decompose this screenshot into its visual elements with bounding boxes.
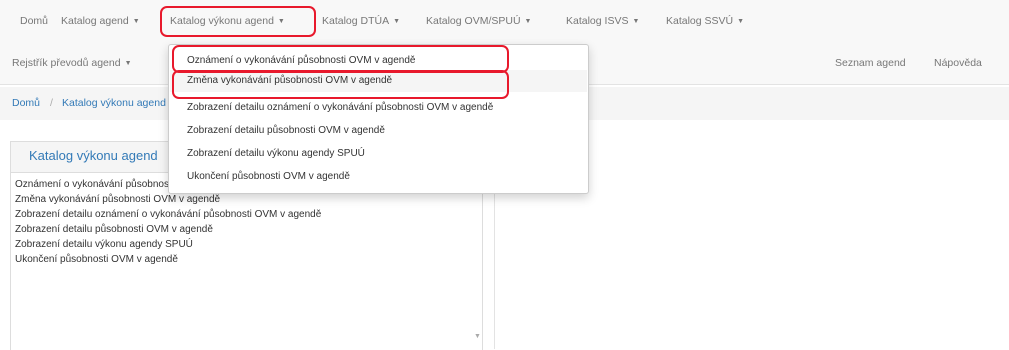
dropdown-item-detail-oznameni[interactable]: Zobrazení detailu oznámení o vykonávání … xyxy=(187,100,493,116)
caret-down-icon: ▼ xyxy=(393,18,401,25)
nav-katalog-ovm-spuu[interactable]: Katalog OVM/SPUÚ ▼ xyxy=(426,13,531,29)
caret-down-icon: ▼ xyxy=(524,18,532,25)
panel-title: Katalog výkonu agend xyxy=(29,148,158,163)
dropdown-menu-katalog-vykonu-agend: Oznámení o vykonávání působnosti OVM v a… xyxy=(168,44,589,194)
breadcrumb-home[interactable]: Domů xyxy=(12,97,40,109)
breadcrumb-katalog-vykonu-agend[interactable]: Katalog výkonu agend xyxy=(62,97,166,109)
caret-down-icon: ▼ xyxy=(124,60,132,67)
dropdown-item-detail-pusobnosti[interactable]: Zobrazení detailu působnosti OVM v agend… xyxy=(187,123,385,139)
nav-katalog-isvs[interactable]: Katalog ISVS ▼ xyxy=(566,13,639,29)
list-item[interactable]: Zobrazení detailu výkonu agendy SPUÚ xyxy=(15,238,193,252)
breadcrumb-separator: / xyxy=(50,97,53,109)
list-item[interactable]: Ukončení působnosti OVM v agendě xyxy=(15,253,178,267)
nav-napoveda[interactable]: Nápověda xyxy=(934,55,982,71)
caret-down-icon: ▼ xyxy=(277,18,285,25)
dropdown-item-detail-vykonu-spuu[interactable]: Zobrazení detailu výkonu agendy SPUÚ xyxy=(187,146,365,162)
caret-down-icon: ▼ xyxy=(632,18,640,25)
list-item[interactable]: Změna vykonávání působnosti OVM v agendě xyxy=(15,193,220,207)
nav-home[interactable]: Domů xyxy=(20,13,48,29)
caret-down-icon: ▼ xyxy=(737,18,745,25)
dropdown-item-zmena[interactable]: Změna vykonávání působnosti OVM v agendě xyxy=(187,73,392,89)
nav-katalog-ssvu[interactable]: Katalog SSVÚ ▼ xyxy=(666,13,744,29)
nav-seznam-agend[interactable]: Seznam agend xyxy=(835,55,906,71)
list-item[interactable]: Zobrazení detailu působnosti OVM v agend… xyxy=(15,223,213,237)
nav-katalog-agend[interactable]: Katalog agend ▼ xyxy=(61,13,140,29)
nav-rejstrik-prevodu-agend[interactable]: Rejstřík převodů agend ▼ xyxy=(12,55,132,71)
dropdown-item-ukonceni[interactable]: Ukončení působnosti OVM v agendě xyxy=(187,169,350,185)
nav-katalog-dtua[interactable]: Katalog DTÚA ▼ xyxy=(322,13,400,29)
caret-down-icon: ▼ xyxy=(132,18,140,25)
list-item[interactable]: Zobrazení detailu oznámení o vykonávání … xyxy=(15,208,321,222)
dropdown-item-oznameni[interactable]: Oznámení o vykonávání působnosti OVM v a… xyxy=(187,53,415,69)
scroll-down-icon[interactable]: ▼ xyxy=(474,333,481,340)
nav-katalog-vykonu-agend[interactable]: Katalog výkonu agend ▼ xyxy=(170,13,285,29)
